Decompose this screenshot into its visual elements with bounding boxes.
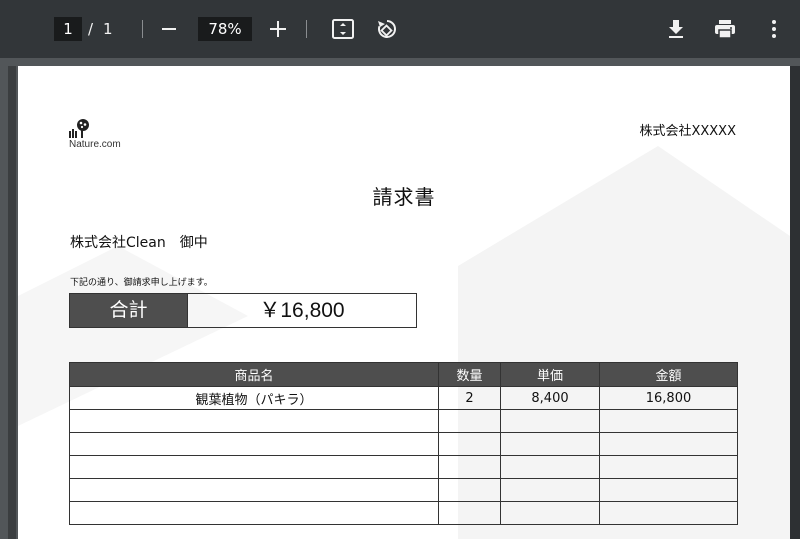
cell-quantity (438, 501, 501, 525)
cell-amount (599, 501, 738, 525)
table-row (69, 432, 738, 456)
more-vertical-icon[interactable] (762, 17, 786, 41)
items-table: 商品名 数量 単価 金額 観葉植物（パキラ） 2 8,400 16,800 (69, 362, 738, 525)
download-icon[interactable] (664, 17, 688, 41)
table-header-row: 商品名 数量 単価 金額 (69, 362, 738, 387)
current-page-input[interactable]: 1 (54, 17, 82, 41)
cell-amount (599, 432, 738, 456)
total-value: ￥16,800 (187, 294, 416, 327)
print-icon[interactable] (713, 17, 737, 41)
cell-quantity (438, 478, 501, 502)
minus-icon[interactable] (162, 28, 176, 30)
viewer-scrollbar-area[interactable] (790, 66, 800, 539)
page-separator: / (88, 20, 94, 38)
cell-unit-price (500, 455, 600, 479)
cell-quantity: 2 (438, 386, 501, 410)
toolbar-divider (142, 20, 143, 38)
cell-unit-price (500, 501, 600, 525)
cell-product-name (69, 501, 439, 525)
cell-amount (599, 409, 738, 433)
recipient-name: 株式会社Clean 御中 (70, 235, 208, 251)
fit-to-page-icon[interactable] (331, 17, 355, 41)
toolbar-divider (306, 20, 307, 38)
total-pages: 1 (103, 20, 113, 38)
invoice-title: 請求書 (372, 185, 436, 209)
cell-unit-price (500, 478, 600, 502)
header-unit-price: 単価 (500, 362, 600, 387)
rotate-icon[interactable] (375, 17, 399, 41)
table-row (69, 501, 738, 525)
cell-unit-price (500, 432, 600, 456)
table-row: 観葉植物（パキラ） 2 8,400 16,800 (69, 386, 738, 410)
logo-text: Nature.com (69, 139, 121, 150)
cell-quantity (438, 409, 501, 433)
cell-product-name (69, 478, 439, 502)
total-box: 合計 ￥16,800 (69, 293, 417, 328)
cell-amount (599, 478, 738, 502)
pdf-page: Nature.com 株式会社XXXXX 請求書 株式会社Clean 御中 下記… (18, 66, 790, 539)
cell-amount (599, 455, 738, 479)
table-row (69, 409, 738, 433)
viewer-side-strip (8, 66, 16, 539)
cell-quantity (438, 432, 501, 456)
zoom-level-input[interactable]: 78% (198, 17, 252, 41)
cell-amount: 16,800 (599, 386, 738, 410)
header-amount: 金額 (599, 362, 738, 387)
total-label: 合計 (70, 294, 187, 327)
header-quantity: 数量 (438, 362, 501, 387)
table-row (69, 455, 738, 479)
cell-quantity (438, 455, 501, 479)
issuer-company: 株式会社XXXXX (639, 124, 736, 139)
cell-unit-price: 8,400 (500, 386, 600, 410)
cell-unit-price (500, 409, 600, 433)
cell-product-name (69, 432, 439, 456)
header-product-name: 商品名 (69, 362, 439, 387)
pdf-toolbar: 1 / 1 78% (0, 0, 800, 58)
plus-icon[interactable] (270, 21, 286, 37)
cell-product-name: 観葉植物（パキラ） (69, 386, 439, 410)
table-row (69, 478, 738, 502)
invoice-note: 下記の通り、御請求申し上げます。 (70, 278, 213, 288)
cell-product-name (69, 409, 439, 433)
cell-product-name (69, 455, 439, 479)
